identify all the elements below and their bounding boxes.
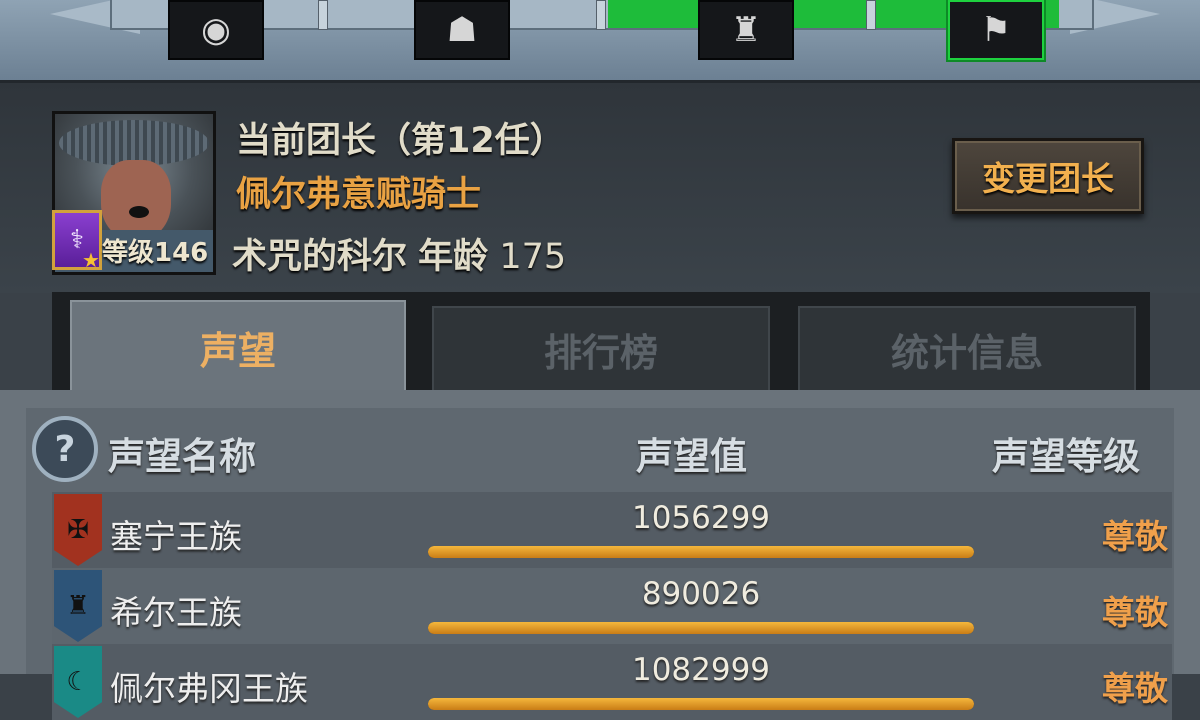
tab-bar: 声望 排行榜 统计信息: [52, 292, 1150, 392]
reputation-progress-bar: [428, 698, 974, 710]
faction-name: 佩尔弗冈王族: [110, 669, 308, 708]
reputation-value: 890026: [641, 576, 761, 612]
faction-crest-icon: ✠: [54, 494, 102, 566]
reputation-progress-bar: [428, 622, 974, 634]
leader-name: 佩尔弗意赋骑士: [236, 175, 482, 215]
header-reputation-value: 声望值: [636, 435, 747, 478]
burning-flag-icon-glyph: ⚑: [980, 10, 1012, 50]
crossed-arms-figure-icon-glyph: ♜: [730, 10, 762, 50]
nav-tick: [318, 0, 328, 30]
header-reputation-name: 声望名称: [108, 435, 256, 478]
faction-name: 希尔王族: [110, 593, 242, 632]
star-icon: ★: [82, 248, 100, 272]
tab-reputation[interactable]: 声望: [70, 300, 406, 392]
reputation-level: 尊敬: [1102, 517, 1168, 556]
nav-tick: [866, 0, 876, 30]
faction-name: 塞宁王族: [110, 517, 242, 556]
eye-icon-glyph: ◉: [201, 10, 231, 50]
reputation-progress-fill: [428, 546, 974, 558]
reputation-row[interactable]: ☾ 佩尔弗冈王族 1082999 尊敬: [52, 644, 1172, 720]
reputation-progress-bar: [428, 546, 974, 558]
portrait-mouth: [129, 206, 149, 218]
reputation-value: 1056299: [631, 500, 771, 536]
nav-tick: [596, 0, 606, 30]
faction-crest-icon: ☾: [54, 646, 102, 718]
reputation-progress-fill: [428, 622, 974, 634]
reputation-level: 尊敬: [1102, 593, 1168, 632]
hero-name: 术咒的科尔: [232, 237, 408, 277]
burning-flag-icon[interactable]: ⚑: [948, 0, 1044, 60]
hooded-figure-icon-glyph: ☗: [446, 10, 478, 50]
eye-icon[interactable]: ◉: [168, 0, 264, 60]
header-reputation-level: 声望等级: [992, 435, 1140, 478]
leader-level: 等级146: [102, 238, 209, 268]
reputation-row[interactable]: ♜ 希尔王族 890026 尊敬: [52, 568, 1172, 644]
help-button[interactable]: ?: [32, 416, 98, 482]
reputation-progress-fill: [428, 698, 974, 710]
top-navigation-bar: ◉ ☗ ♜ ⚑: [0, 0, 1200, 83]
age-value: 175: [499, 237, 567, 277]
tab-leaderboard[interactable]: 排行榜: [432, 306, 770, 392]
faction-crest-icon: ♜: [54, 570, 102, 642]
change-leader-button[interactable]: 变更团长: [952, 138, 1144, 214]
leader-title: 当前团长（第12任）: [236, 121, 565, 161]
leader-info-line: 术咒的科尔 年龄 175: [232, 228, 566, 279]
reputation-value: 1082999: [631, 652, 771, 688]
reputation-row[interactable]: ✠ 塞宁王族 1056299 尊敬: [52, 492, 1172, 568]
tab-statistics[interactable]: 统计信息: [798, 306, 1136, 392]
age-label: 年龄: [418, 237, 489, 277]
reputation-level: 尊敬: [1102, 669, 1168, 708]
portrait-face: [101, 160, 171, 240]
crossed-arms-figure-icon[interactable]: ♜: [698, 0, 794, 60]
hooded-figure-icon[interactable]: ☗: [414, 0, 510, 60]
